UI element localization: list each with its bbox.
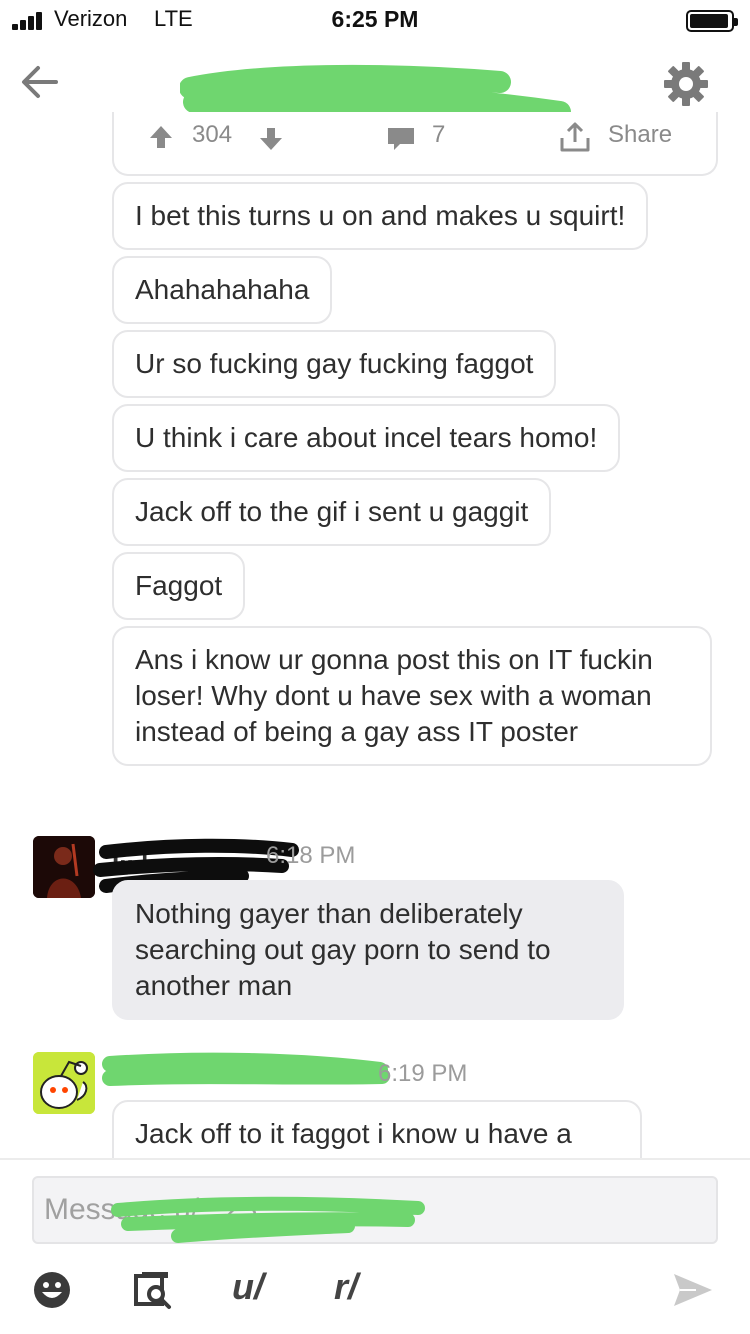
avatar[interactable] bbox=[33, 836, 95, 898]
message-bubble[interactable]: Jack off to it faggot i know u have a bbox=[112, 1100, 642, 1158]
shared-post-card[interactable]: 304 7 Share bbox=[112, 112, 718, 176]
share-icon[interactable] bbox=[558, 120, 592, 154]
chat-thread[interactable]: 304 7 Share I bet this turns u on and ma… bbox=[0, 112, 750, 1158]
upvote-icon[interactable] bbox=[148, 124, 174, 150]
status-time: 6:25 PM bbox=[331, 6, 419, 32]
message-time: 6:18 PM bbox=[266, 842, 356, 869]
message-bubble[interactable]: Ur so fucking gay fucking faggot bbox=[112, 330, 557, 398]
arrow-left-icon[interactable] bbox=[18, 60, 62, 104]
message-bubble[interactable]: U think i care about incel tears homo! bbox=[112, 404, 621, 472]
message-bubble[interactable]: I bet this turns u on and makes u squirt… bbox=[112, 182, 649, 250]
sender-name[interactable]: b...23 bbox=[112, 1058, 178, 1089]
chat-title: u/...d123 bbox=[314, 64, 436, 97]
sender-name[interactable]: I...t bbox=[112, 840, 150, 871]
comment-count: 7 bbox=[432, 121, 446, 148]
message-input[interactable] bbox=[32, 1176, 718, 1244]
message-bubble[interactable]: Ans i know ur gonna post this on IT fuck… bbox=[112, 626, 712, 766]
vote-count: 304 bbox=[192, 121, 233, 148]
avatar[interactable] bbox=[33, 1052, 95, 1114]
image-search-icon[interactable] bbox=[134, 1270, 174, 1310]
message-bubble[interactable]: Faggot bbox=[112, 552, 246, 620]
battery-icon bbox=[686, 10, 738, 32]
user-mention-button[interactable]: u/ bbox=[232, 1266, 264, 1308]
emoji-icon[interactable] bbox=[32, 1270, 72, 1310]
message-composer: u/ r/ bbox=[0, 1158, 750, 1334]
message-bubble[interactable]: Jack off to the gif i sent u gaggit bbox=[112, 478, 552, 546]
share-label[interactable]: Share bbox=[608, 121, 672, 149]
comment-icon[interactable] bbox=[386, 126, 416, 152]
send-icon[interactable] bbox=[672, 1272, 714, 1308]
gear-icon[interactable] bbox=[660, 58, 712, 110]
message-bubble[interactable]: Ahahahahaha bbox=[112, 256, 333, 324]
status-bar: Verizon LTE 6:25 PM bbox=[0, 0, 750, 40]
message-bubble-received[interactable]: Nothing gayer than deliberately searchin… bbox=[112, 880, 624, 1020]
message-time: 6:19 PM bbox=[378, 1060, 468, 1087]
subreddit-mention-button[interactable]: r/ bbox=[334, 1266, 358, 1308]
downvote-icon[interactable] bbox=[258, 126, 284, 152]
